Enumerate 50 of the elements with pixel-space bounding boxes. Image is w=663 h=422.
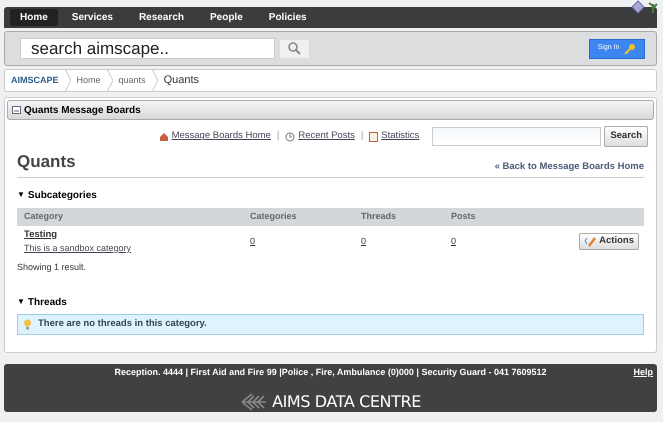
section-title: Subcategories — [28, 188, 97, 202]
panel-title: Quants Message Boards — [24, 104, 141, 118]
collapse-toggle[interactable]: ▼ — [17, 298, 25, 306]
message-text: There are no threads in this category. — [38, 317, 207, 332]
back-link[interactable]: « Back to Message Boards Home — [494, 160, 644, 174]
breadcrumb-link[interactable]: AIMSCAPE — [5, 74, 65, 88]
document-icon — [369, 132, 378, 142]
description-link[interactable]: This is a sandbox category — [24, 242, 132, 256]
count-link[interactable]: 0 — [361, 234, 366, 248]
board-link[interactable]: Message Boards Home — [172, 129, 271, 144]
column-header: Category — [24, 210, 64, 223]
count-link[interactable]: 0 — [451, 234, 456, 248]
board-search-field[interactable] — [432, 127, 602, 146]
nav-tab[interactable]: Home — [10, 9, 58, 26]
section-title: Threads — [28, 296, 67, 310]
column-header: Categories — [250, 210, 298, 223]
board-link[interactable]: Recent Posts — [298, 129, 355, 144]
diamond-icon[interactable] — [631, 0, 645, 14]
breadcrumb-link[interactable]: quants — [112, 74, 152, 88]
search-button[interactable]: Search — [604, 126, 648, 147]
house-icon — [158, 132, 169, 142]
help-link[interactable]: Help — [633, 366, 653, 380]
nav-tab[interactable]: Services — [60, 9, 125, 26]
contact-info: Reception. 4444 | First Aid and Fire 99 |Police , Fire, Ambulance (0)000 | Security Guard - 041 7609512 — [114, 366, 547, 379]
nav-tab[interactable]: Research — [126, 9, 196, 26]
link-separator: | — [276, 129, 280, 144]
logo-text: AIMS DATA CENTRE — [272, 390, 421, 412]
page-heading: Quants — [17, 151, 76, 173]
column-header: Threads — [361, 210, 398, 223]
link-separator: | — [360, 129, 364, 144]
actions-button[interactable]: Actions — [579, 232, 639, 250]
lightbulb-icon — [23, 318, 32, 330]
search-icon — [288, 42, 301, 55]
nav-tab[interactable]: People — [198, 9, 255, 26]
breadcrumb-link[interactable]: Home — [70, 74, 107, 88]
board-link[interactable]: Statistics — [381, 129, 420, 144]
search-field[interactable]: search aimscape.. — [20, 38, 275, 59]
column-header: Posts — [451, 210, 477, 223]
count-link[interactable]: 0 — [250, 234, 256, 248]
board-icon — [12, 106, 21, 114]
search-button[interactable] — [280, 40, 309, 58]
key-icon — [624, 42, 636, 54]
plant-icon[interactable] — [647, 0, 659, 14]
clock-icon — [285, 132, 296, 142]
breadcrumb-link[interactable]: Quants — [158, 72, 206, 89]
nav-tab[interactable]: Policies — [256, 9, 319, 26]
collapse-toggle[interactable]: ▼ — [17, 191, 25, 199]
arrow-logo-icon — [240, 392, 268, 410]
result-count: Showing 1 result. — [17, 261, 88, 274]
category-link[interactable]: Testing — [24, 228, 58, 242]
